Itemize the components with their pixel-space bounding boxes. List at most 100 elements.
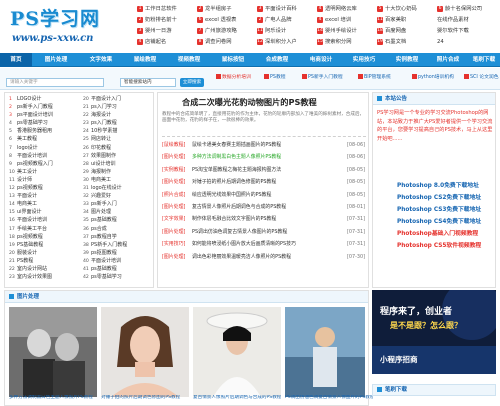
download-link[interactable]: Photoshop CS5软件视频教程: [397, 241, 489, 251]
header-link[interactable]: 在线作品素材: [437, 15, 497, 26]
header-link[interactable]: 11 阿乐设计: [257, 26, 317, 37]
list-item[interactable]: 23 ps入门教程: [83, 119, 155, 127]
article-row[interactable]: [图片处理] 复古情景人像照片后期调色与合成的PS教程 [08-01]: [162, 201, 366, 213]
list-item[interactable]: 19 PS基础教程: [9, 241, 83, 249]
header-link[interactable]: 3 婴州一日游: [137, 26, 197, 37]
article-row[interactable]: [图片处理] 多种方法调制黑白色主题人像照片PS教程 [08-06]: [162, 151, 366, 164]
list-item[interactable]: 32 兴趣爱好: [83, 192, 155, 200]
list-item[interactable]: 9 ps视频教程入门: [9, 160, 83, 168]
list-item[interactable]: 6 美工教程: [9, 135, 83, 143]
article-title[interactable]: 复古情景人像照片后期调色与合成的PS教程: [192, 204, 286, 210]
article-row[interactable]: [图片处理] 调出色彩艳丽效果温暖亮洁人像照片的PS教程 [07-30]: [162, 251, 366, 263]
list-item[interactable]: 7 logo设计: [9, 144, 83, 152]
quick-link[interactable]: PS教程: [264, 73, 286, 83]
article-category[interactable]: [图片处理]: [162, 251, 192, 263]
article-title[interactable]: 多种方法调制黑白色主题人像照片PS教程: [192, 154, 281, 160]
list-item[interactable]: 29 海报制作: [83, 168, 155, 176]
article-title[interactable]: PS淘宝单图教程之梅花主题海报构图方法: [192, 167, 281, 173]
photo-thumb[interactable]: [285, 307, 365, 397]
nav-item-4[interactable]: 视频教程: [168, 53, 210, 67]
header-link[interactable]: 4 店铺起名: [137, 37, 197, 48]
list-item[interactable]: 4 ps零基础学习: [9, 119, 83, 127]
article-title[interactable]: 绘应透明光线效果中国照片的PS教程: [192, 192, 271, 198]
list-item[interactable]: 3 ps平面设计培训: [9, 111, 83, 119]
list-item[interactable]: 30 电商美工: [83, 176, 155, 184]
list-item[interactable]: 20 平面设计入门: [83, 95, 155, 103]
list-item[interactable]: 18 ps视频教程: [9, 233, 83, 241]
header-link[interactable]: 4 透明网络云库: [317, 4, 377, 15]
article-category[interactable]: [照片合成]: [162, 189, 192, 201]
nav-item-0[interactable]: 首页: [0, 53, 32, 67]
list-item[interactable]: 22 室内设计网站: [9, 265, 83, 273]
article-category[interactable]: [图片处理]: [162, 201, 192, 213]
header-link[interactable]: 12 深圳积分入户: [257, 37, 317, 48]
list-item[interactable]: 10 美工设计: [9, 168, 83, 176]
list-item[interactable]: 21 ps入门学习: [83, 103, 155, 111]
list-item[interactable]: 15 ui界面设计: [9, 208, 83, 216]
list-item[interactable]: 2 ps新手入门教程: [9, 103, 83, 111]
list-item[interactable]: 33 ps新手入门: [83, 200, 155, 208]
article-row[interactable]: [照片合成] 绘应透明光线效果中国照片的PS教程 [08-05]: [162, 189, 366, 201]
article-row[interactable]: [文字效果] 制作体层毛融合比效文字图片的PS教程 [07-31]: [162, 213, 366, 225]
download-link[interactable]: Photoshop CS3免费下载地址: [397, 205, 489, 215]
download-link[interactable]: Photoshop基础入门视频教程: [397, 229, 489, 239]
list-item[interactable]: 31 logo在线设计: [83, 184, 155, 192]
quick-link[interactable]: BIP管理系统: [358, 73, 391, 83]
list-item[interactable]: 24 10秒学素描: [83, 127, 155, 135]
article-title[interactable]: 对锤子拍的照片后期调色修图的PS教程: [192, 179, 276, 185]
article-category[interactable]: [文字效果]: [162, 213, 192, 225]
nav-item-5[interactable]: 鼠标按钮: [212, 53, 254, 67]
list-item[interactable]: 35 ps基础教程: [83, 216, 155, 224]
nav-item-1[interactable]: 图片处理: [34, 53, 78, 67]
featured-title[interactable]: 合成二次曝光花豹动物图片的PS教程: [182, 96, 317, 108]
header-link[interactable]: 1 工作日忿软件: [137, 4, 197, 15]
header-link[interactable]: 4 excel 培训: [317, 15, 377, 26]
list-item[interactable]: 5 香港服务器租用: [9, 127, 83, 135]
nav-item-10[interactable]: 照片合成: [430, 53, 466, 67]
list-item[interactable]: 23 室内设计效果图: [9, 273, 83, 281]
nav-item-8[interactable]: 实用技巧: [344, 53, 384, 67]
list-item[interactable]: 42 ps零基础学习: [83, 273, 155, 281]
article-title[interactable]: 鼠绘卡通美女春赛主题插画图片的PS教程: [192, 142, 281, 148]
nav-item-11[interactable]: 笔刷下载: [468, 53, 500, 67]
header-link[interactable]: 6 龄十名保网公司: [437, 4, 497, 15]
list-item[interactable]: 11 设计师: [9, 176, 83, 184]
article-title[interactable]: PS调出仿油色调复古情景人像图片的PS教程: [192, 229, 287, 235]
quick-link[interactable]: PS新手入门教程: [302, 73, 343, 83]
list-item[interactable]: 1 LOGO设计: [9, 95, 83, 103]
article-category[interactable]: [实用技巧]: [162, 238, 192, 250]
list-item[interactable]: 40 平面设计培训: [83, 257, 155, 265]
list-item[interactable]: 34 图片处理: [83, 208, 155, 216]
article-category[interactable]: [图片处理]: [162, 226, 192, 238]
header-link[interactable]: 2 龙半组房子: [197, 4, 257, 15]
list-item[interactable]: 12 ps视频教程: [9, 184, 83, 192]
list-item[interactable]: 17 手绘美工平台: [9, 225, 83, 233]
photo-thumb[interactable]: [193, 307, 281, 397]
header-link[interactable]: 2 奶粉排名前十: [137, 15, 197, 26]
article-title[interactable]: 调出色彩艳丽效果温暖亮洁人像照片的PS教程: [192, 254, 291, 260]
article-row[interactable]: [鼠绘教程] 鼠绘卡通美女春赛主题插画图片的PS教程 [08-06]: [162, 139, 366, 151]
photo-thumb[interactable]: [9, 307, 97, 397]
header-link[interactable]: 24: [437, 37, 497, 48]
download-link[interactable]: Photoshop CS2免费下载地址: [397, 193, 489, 203]
article-category[interactable]: [图片处理]: [162, 151, 192, 163]
search-button[interactable]: 立即搜索: [180, 78, 204, 87]
list-item[interactable]: 28 ui设计培训: [83, 160, 155, 168]
list-item[interactable]: 27 效果图制作: [83, 152, 155, 160]
photo-caption[interactable]: PS调出仿油色调复古情景人像图片的PS教程: [285, 395, 373, 401]
article-category[interactable]: [图片处理]: [162, 176, 192, 188]
site-logo[interactable]: PS学习网 www.ps-xxw.cn: [8, 4, 130, 48]
article-category[interactable]: [实例教程]: [162, 164, 192, 176]
header-link[interactable]: 2 广电人品牌: [257, 15, 317, 26]
quick-link[interactable]: SCI 论文润色: [464, 73, 499, 83]
list-item[interactable]: 36 ps合成: [83, 225, 155, 233]
article-row[interactable]: [实用技巧] 如何能将喷浸纸小图片放大后画质清晰的PS技巧 [07-31]: [162, 238, 366, 250]
list-item[interactable]: 37 ps教程自学: [83, 233, 155, 241]
list-item[interactable]: 39 ps抠图教程: [83, 249, 155, 257]
photo-caption[interactable]: 复古情景人像照片后期调色与合成的PS教程: [193, 395, 281, 401]
header-link[interactable]: 19 石墨文档: [377, 37, 437, 48]
article-category[interactable]: [鼠绘教程]: [162, 139, 192, 151]
article-title[interactable]: 制作体层毛融合比效文字图片的PS教程: [192, 216, 276, 222]
nav-item-6[interactable]: 合成教程: [256, 53, 298, 67]
header-link[interactable]: 15 搜索积分网: [317, 37, 377, 48]
